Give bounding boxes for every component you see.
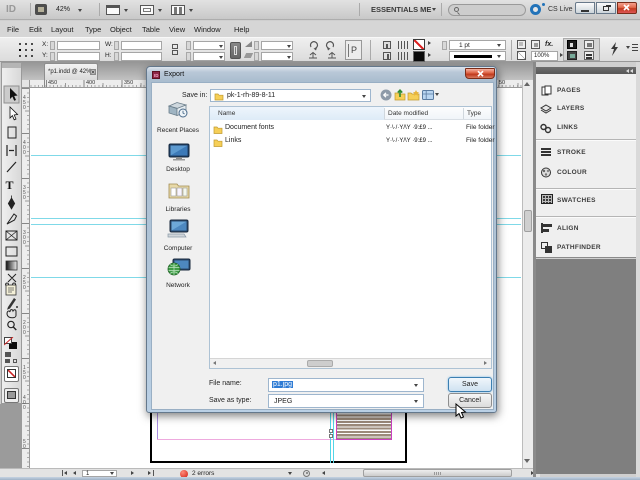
svg-text:T: T [6,178,14,192]
